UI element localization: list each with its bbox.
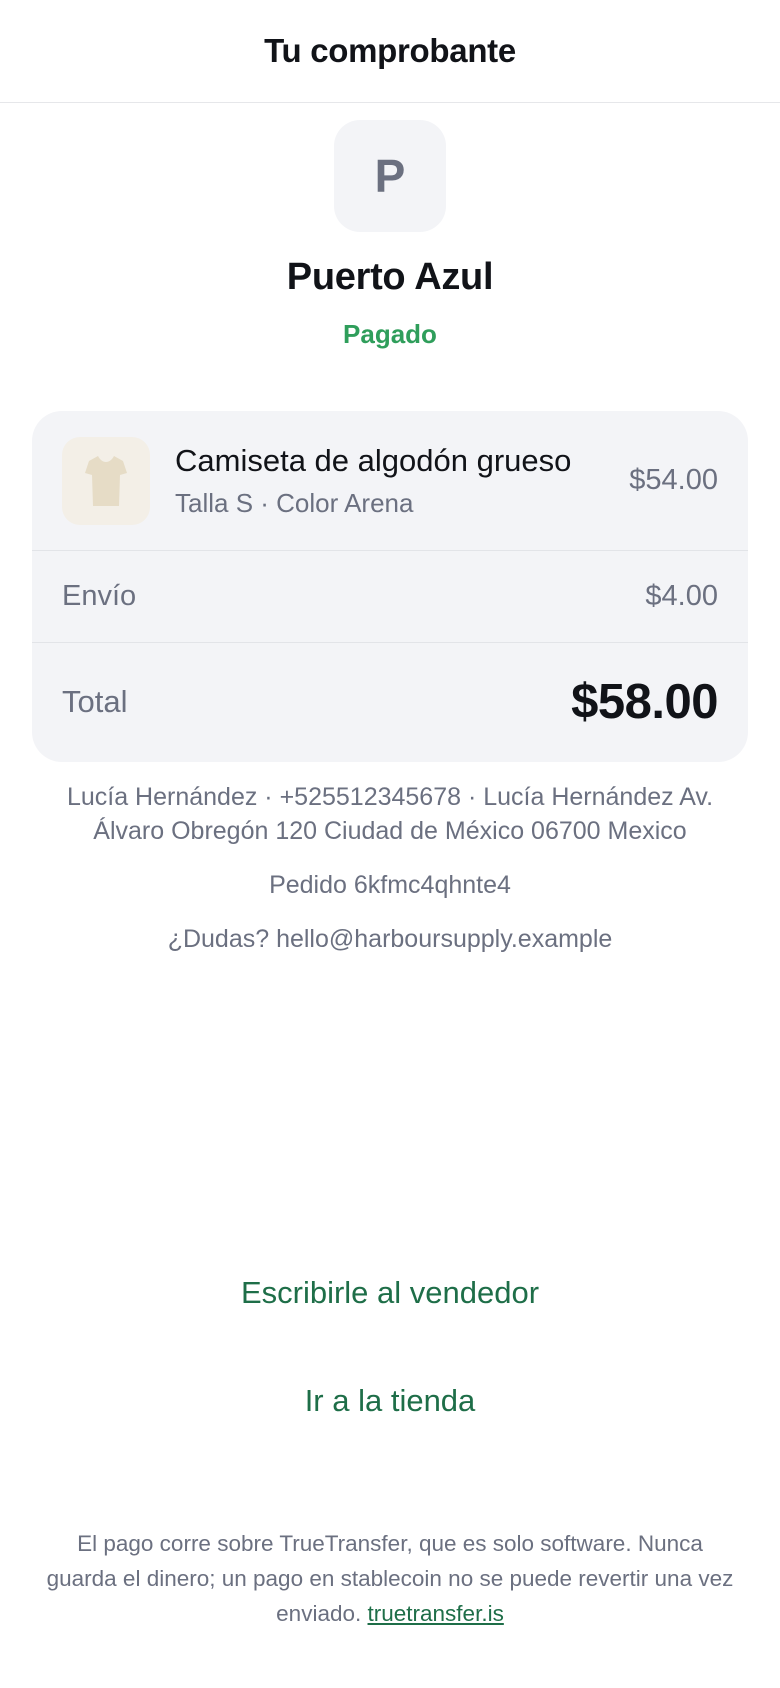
shipping-row: Envío $4.00 — [32, 551, 748, 643]
address-line-2: Álvaro Obregón 120 Ciudad de México 0670… — [93, 817, 687, 845]
merchant-avatar: P — [334, 120, 446, 232]
shipping-label: Envío — [62, 580, 137, 612]
item-details: Camiseta de algodón grueso Talla S · Col… — [175, 442, 617, 518]
go-to-store-button[interactable]: Ir a la tienda — [0, 1383, 780, 1419]
order-info: Lucía Hernández · +525512345678 · Lucía … — [30, 780, 750, 956]
total-row: Total $58.00 — [32, 643, 748, 761]
order-summary-card: Camiseta de algodón grueso Talla S · Col… — [32, 411, 748, 762]
product-thumbnail — [62, 436, 150, 525]
total-label: Total — [62, 684, 128, 719]
item-name: Camiseta de algodón grueso — [175, 443, 572, 479]
line-item: Camiseta de algodón grueso Talla S · Col… — [32, 411, 748, 551]
page-title: Tu comprobante — [264, 32, 516, 69]
item-variant: Talla S · Color Arena — [175, 487, 414, 518]
merchant-section: P Puerto Azul Pagado — [0, 103, 780, 347]
footer-disclaimer: El pago corre sobre TrueTransfer, que es… — [40, 1526, 740, 1631]
payment-status: Pagado — [343, 319, 437, 349]
address-line-1: Lucía Hernández · +525512345678 · Lucía … — [66, 783, 714, 811]
contact-email: ¿Dudas? hello@harboursupply.example — [167, 925, 613, 953]
page-header: Tu comprobante — [0, 0, 780, 103]
order-id: Pedido 6kfmc4qhnte4 — [269, 871, 511, 899]
shipping-value: $4.00 — [645, 580, 718, 612]
shipping-address: Lucía Hernández · +525512345678 · Lucía … — [30, 780, 750, 848]
merchant-name: Puerto Azul — [286, 256, 494, 298]
truetransfer-link[interactable]: truetransfer.is — [368, 1601, 504, 1626]
total-value: $58.00 — [571, 675, 718, 729]
item-price: $54.00 — [629, 464, 718, 496]
tshirt-icon — [85, 455, 127, 506]
message-seller-button[interactable]: Escribirle al vendedor — [0, 1275, 780, 1311]
